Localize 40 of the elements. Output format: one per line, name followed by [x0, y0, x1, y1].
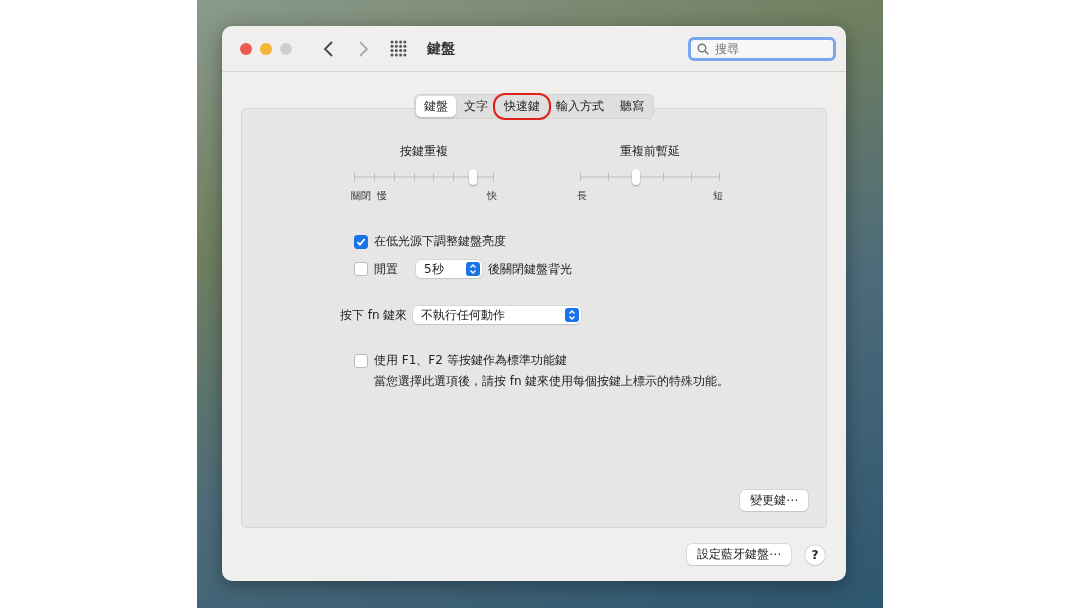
- slider-title: 重複前暫延: [620, 143, 680, 160]
- grid-icon[interactable]: [390, 40, 407, 57]
- modifier-keys-button[interactable]: 變更鍵⋯: [740, 490, 808, 511]
- checkbox-label: 閒置: [374, 260, 398, 278]
- tab[interactable]: 快速鍵: [496, 96, 548, 117]
- chevron-up-down-icon: [466, 262, 480, 276]
- checkbox[interactable]: [354, 234, 368, 249]
- slider-label: 慢: [377, 189, 387, 203]
- popup-menu[interactable]: 不執行任何動作: [413, 306, 582, 324]
- popup-menu[interactable]: 5秒: [416, 260, 482, 278]
- checkbox-label: 使用 F1、F2 等按鍵作為標準功能鍵: [374, 352, 567, 369]
- tab[interactable]: 輸入方式: [548, 96, 612, 117]
- minimize-button[interactable]: [260, 42, 272, 55]
- option-label: 按下 fn 鍵來: [340, 306, 408, 324]
- checkbox-label: 在低光源下調整鍵盤亮度: [374, 233, 506, 250]
- search-field[interactable]: 搜尋: [688, 36, 836, 61]
- chevron-up-down-icon: [565, 308, 580, 322]
- zoom-button[interactable]: [280, 42, 292, 55]
- slider-track[interactable]: [354, 169, 494, 185]
- slider-label: 快: [487, 189, 497, 203]
- help-button[interactable]: ?: [805, 544, 825, 565]
- tab[interactable]: 鍵盤: [416, 96, 456, 117]
- close-button[interactable]: [240, 42, 252, 55]
- option-description: 當您選擇此選項後，請按 fn 鍵來使用每個按鍵上標示的特殊功能。: [374, 373, 731, 390]
- slider-thumb[interactable]: [469, 169, 478, 185]
- slider-label: 長: [577, 189, 587, 203]
- bluetooth-keyboard-button[interactable]: 設定藍牙鍵盤⋯: [687, 544, 791, 565]
- checkbox[interactable]: [354, 353, 368, 368]
- back-icon[interactable]: [322, 39, 336, 58]
- tab[interactable]: 文字: [456, 96, 496, 117]
- forward-icon[interactable]: [356, 39, 370, 58]
- checkbox[interactable]: [354, 262, 368, 276]
- slider-title: 按鍵重複: [400, 143, 448, 160]
- window-title: 鍵盤: [427, 39, 455, 58]
- slider-thumb[interactable]: [631, 169, 640, 185]
- slider-label: 關閉: [351, 189, 371, 203]
- tab[interactable]: 聽寫: [612, 96, 652, 117]
- slider-label: 短: [713, 189, 723, 203]
- slider-track[interactable]: [580, 169, 720, 185]
- option-label: 後關閉鍵盤背光: [488, 260, 572, 278]
